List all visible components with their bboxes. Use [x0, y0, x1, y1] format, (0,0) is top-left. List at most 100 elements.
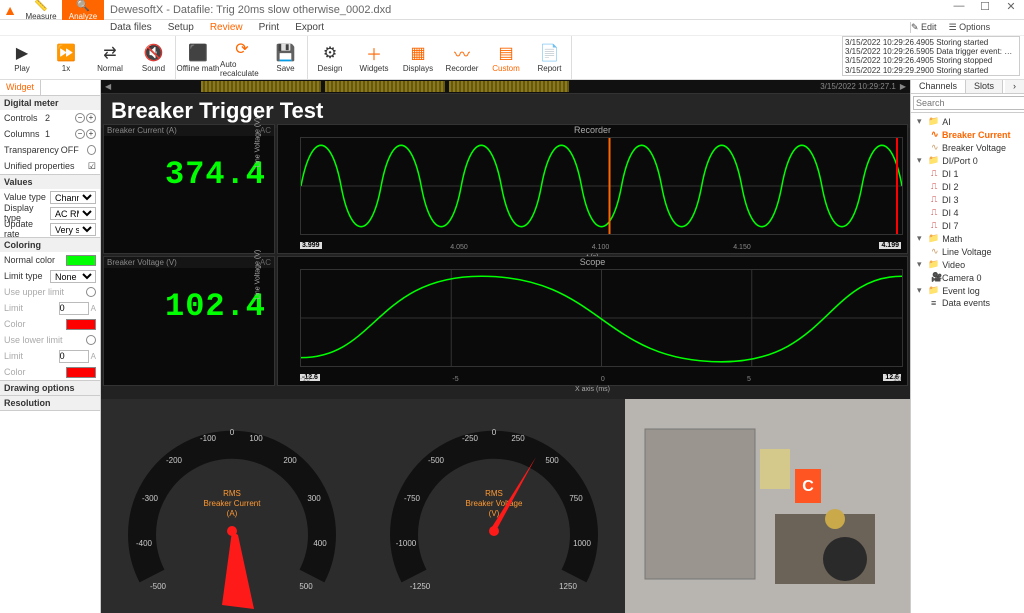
resolution-section[interactable]: Resolution [0, 396, 100, 410]
svg-text:-500: -500 [428, 456, 445, 465]
coloring-section[interactable]: Coloring [0, 238, 100, 252]
tree-breaker-voltage[interactable]: ∿Breaker Voltage [913, 141, 1022, 154]
tree-di1[interactable]: ⎍DI 1 [913, 167, 1022, 180]
tree-breaker-current[interactable]: ∿Breaker Current [913, 128, 1022, 141]
tree-eventlog[interactable]: ▾📁 Event log [913, 284, 1022, 297]
custom-button[interactable]: ▤Custom [484, 36, 528, 80]
gauge-current[interactable]: -500 -400 -300 -200 -100 0 100 200 300 4… [101, 399, 363, 613]
svg-text:400: 400 [313, 539, 327, 548]
tree-diport[interactable]: ▾📁 DI/Port 0 [913, 154, 1022, 167]
tree-dataevents[interactable]: ≡Data events [913, 297, 1022, 309]
report-button[interactable]: 📄Report [528, 36, 572, 80]
svg-text:100: 100 [249, 434, 263, 443]
recorder-chart[interactable]: Recorder Line Voltage (V) 3.999 4.199 4.… [277, 124, 908, 254]
digital-meter-section[interactable]: Digital meter [0, 96, 100, 110]
values-section[interactable]: Values [0, 175, 100, 189]
timeline-prev-icon[interactable]: ◀ [105, 82, 111, 91]
channels-tab[interactable]: Channels [911, 80, 966, 93]
sound-button[interactable]: 🔇Sound [132, 36, 176, 80]
tree-di4[interactable]: ⎍DI 4 [913, 206, 1022, 219]
displays-button[interactable]: ▦Displays [396, 36, 440, 80]
design-button[interactable]: ⚙Design [308, 36, 352, 80]
controls-inc[interactable]: + [86, 113, 96, 123]
menu-options[interactable]: ☰ Options [949, 22, 991, 33]
replay-mode-button[interactable]: ⇄Normal [88, 36, 132, 80]
scope-chart[interactable]: Scope Line Voltage (V) -12.6 12.6 -10 -5… [277, 256, 908, 386]
transparency-toggle[interactable] [87, 145, 96, 155]
widget-tab[interactable]: Widget [0, 80, 41, 95]
tree-camera0[interactable]: 🎥Camera 0 [913, 271, 1022, 284]
menubar: Data files Setup Review Print Export ✎ E… [0, 20, 1024, 36]
lower-limit-input[interactable] [59, 350, 89, 363]
speed-button[interactable]: ⏩1x [44, 36, 88, 80]
svg-text:-200: -200 [166, 456, 183, 465]
tree-ai[interactable]: ▾📁 AI [913, 115, 1022, 128]
tree-di2[interactable]: ⎍DI 2 [913, 180, 1022, 193]
expand-panel-icon[interactable]: › [1005, 80, 1024, 93]
svg-text:0: 0 [230, 428, 235, 437]
tree-math[interactable]: ▾📁 Math [913, 232, 1022, 245]
timeline-next-icon[interactable]: ▶ [900, 82, 906, 91]
svg-text:-1000: -1000 [396, 539, 417, 548]
menu-datafiles[interactable]: Data files [110, 22, 152, 33]
lower-color-swatch[interactable] [66, 367, 96, 378]
left-properties-panel: Widget Digital meter Controls2−+ Columns… [0, 80, 101, 613]
tree-linevoltage[interactable]: ∿Line Voltage [913, 245, 1022, 258]
maximize-button[interactable]: ☐ [972, 0, 998, 20]
channel-panel: Channels Slots › 🔍 ▾ ▾📁 AI ∿Breaker Curr… [910, 80, 1024, 613]
tree-di7[interactable]: ⎍DI 7 [913, 219, 1022, 232]
useupper-toggle[interactable] [86, 287, 96, 297]
menu-setup[interactable]: Setup [168, 22, 194, 33]
svg-text:250: 250 [511, 434, 525, 443]
auto-recalc-button[interactable]: ⟳Auto recalculate [220, 36, 264, 80]
timeline-bar[interactable]: ◀ 3/15/2022 10:29:27.1 ▶ [101, 80, 910, 94]
digital-meter-voltage[interactable]: Breaker Voltage (V)AC 102.4 [103, 256, 275, 386]
app-logo-icon: ▲ [0, 0, 20, 20]
svg-text:RMS: RMS [485, 489, 503, 498]
valuetype-select[interactable]: Channel [50, 191, 96, 204]
video-display[interactable]: C [625, 399, 910, 613]
play-button[interactable]: ▶Play [0, 36, 44, 80]
search-input[interactable] [913, 96, 1024, 110]
svg-text:-750: -750 [404, 494, 421, 503]
menu-review[interactable]: Review [210, 22, 243, 33]
uselower-toggle[interactable] [86, 335, 96, 345]
controls-dec[interactable]: − [75, 113, 85, 123]
upper-limit-input[interactable] [59, 302, 89, 315]
tree-di3[interactable]: ⎍DI 3 [913, 193, 1022, 206]
display-area: ◀ 3/15/2022 10:29:27.1 ▶ Breaker Trigger… [101, 80, 910, 613]
measure-mode-button[interactable]: 📏Measure [20, 0, 62, 20]
normal-color-swatch[interactable] [66, 255, 96, 266]
save-button[interactable]: 💾Save [264, 36, 308, 80]
slots-tab[interactable]: Slots [966, 80, 1003, 93]
unified-check[interactable]: ☑ [88, 161, 96, 172]
window-title: DewesoftX - Datafile: Trig 20ms slow oth… [110, 4, 391, 16]
toolbar: ▶Play ⏩1x ⇄Normal 🔇Sound ⬛Offline math ⟳… [0, 36, 1024, 80]
tree-video[interactable]: ▾📁 Video [913, 258, 1022, 271]
limittype-select[interactable]: None [50, 270, 96, 283]
svg-text:-500: -500 [150, 582, 167, 591]
digital-meter-current[interactable]: Breaker Current (A)AC 374.4 [103, 124, 275, 254]
recorder-button[interactable]: 〰Recorder [440, 36, 484, 80]
columns-inc[interactable]: + [86, 129, 96, 139]
offline-math-button[interactable]: ⬛Offline math [176, 36, 220, 80]
event-log-preview[interactable]: 3/15/2022 10:29:26.4905 Storing started3… [842, 36, 1020, 76]
svg-text:1000: 1000 [573, 539, 591, 548]
displaytype-select[interactable]: AC RMS [50, 207, 96, 220]
menu-export[interactable]: Export [295, 22, 324, 33]
titlebar: ▲ 📏Measure 🔍Analyze DewesoftX - Datafile… [0, 0, 1024, 20]
columns-dec[interactable]: − [75, 129, 85, 139]
svg-text:C: C [802, 478, 814, 495]
display-title: Breaker Trigger Test [101, 94, 910, 128]
drawing-section[interactable]: Drawing options [0, 381, 100, 395]
updaterate-select[interactable]: Very slow (5 [50, 223, 96, 236]
widgets-button[interactable]: ＋Widgets [352, 36, 396, 80]
close-button[interactable]: ✕ [998, 0, 1024, 20]
analyze-mode-button[interactable]: 🔍Analyze [62, 0, 104, 20]
gauge-voltage[interactable]: -1250 -1000 -750 -500 -250 0 250 500 750… [363, 399, 625, 613]
upper-color-swatch[interactable] [66, 319, 96, 330]
menu-print[interactable]: Print [259, 22, 280, 33]
svg-text:300: 300 [307, 494, 321, 503]
minimize-button[interactable]: — [946, 0, 972, 20]
menu-edit[interactable]: ✎ Edit [911, 22, 937, 33]
